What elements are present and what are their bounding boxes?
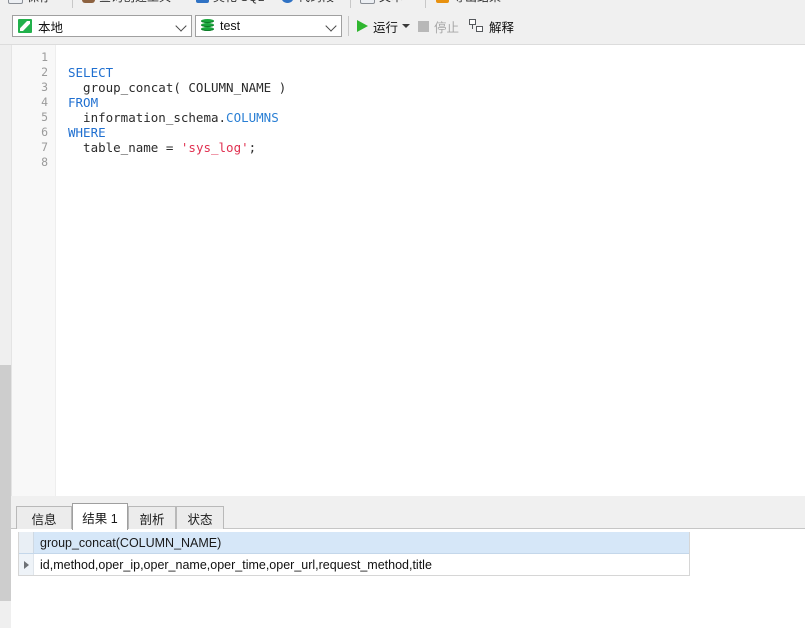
explain-button-label: 解释 <box>489 20 515 35</box>
toolbar-button-query-builder[interactable]: 查询创建工具 <box>82 0 171 5</box>
tab-info-label: 信息 <box>31 512 57 527</box>
tab-result-1[interactable]: 结果 1 <box>72 503 128 530</box>
toolbar-button-text[interactable]: 文本 <box>360 0 403 5</box>
line-number: 5 <box>41 110 48 124</box>
toolbar-button-beautify-sql[interactable]: 美化 SQL <box>196 0 264 5</box>
sql-token-tbl: COLUMNS <box>226 110 279 125</box>
sql-token-str: 'sys_log' <box>180 140 249 155</box>
line-number: 1 <box>41 50 48 64</box>
line-number: 3 <box>41 80 48 94</box>
sql-code-line: group_concat( COLUMN_NAME ) <box>68 80 286 95</box>
beautify-sql-icon <box>196 0 209 3</box>
run-button[interactable]: 运行 <box>354 15 401 37</box>
toolbar-divider <box>425 0 426 8</box>
explain-plan-icon <box>469 19 484 33</box>
toolbar-divider <box>348 16 349 36</box>
sql-code-line: FROM <box>68 95 286 110</box>
current-row-arrow-icon <box>19 554 34 575</box>
column-header-group-concat[interactable]: group_concat(COLUMN_NAME) <box>34 536 221 550</box>
toolbar-divider <box>72 0 73 8</box>
explain-button[interactable]: 解释 <box>466 15 517 37</box>
code-snippet-icon <box>281 0 294 3</box>
toolbar-button-code-snippet[interactable]: 代码段 <box>281 0 334 5</box>
line-number: 6 <box>41 125 48 139</box>
sql-code-line: SELECT <box>68 65 286 80</box>
toolbar-button-export-result-label: 导出结果 <box>453 0 501 5</box>
left-scrollbar-thumb[interactable] <box>0 365 11 601</box>
tab-status-label: 状态 <box>187 512 213 527</box>
toolbar-button-query-builder-label: 查询创建工具 <box>99 0 171 5</box>
sql-token-kw: WHERE <box>68 125 106 140</box>
connection-icon <box>18 19 32 33</box>
line-number: 4 <box>41 95 48 109</box>
result-grid-header: group_concat(COLUMN_NAME) <box>19 532 689 554</box>
sql-token-ident: information_schema. <box>68 110 227 125</box>
toolbar-button-export-result[interactable]: 导出结果 <box>436 0 501 5</box>
upper-toolbar-strip: 保存 查询创建工具 美化 SQL 代码段 文本 导出结果 <box>0 0 805 9</box>
line-number: 7 <box>41 140 48 154</box>
results-panel: 信息 结果 1 剖析 状态 group_concat(COLUMN_NAME) … <box>11 503 805 628</box>
toolbar-button-code-snippet-label: 代码段 <box>298 0 334 5</box>
sql-token-kw: FROM <box>68 95 99 110</box>
stop-button[interactable]: 停止 <box>415 15 462 37</box>
text-icon <box>360 0 375 4</box>
toolbar-divider <box>350 0 351 8</box>
stop-button-label: 停止 <box>434 20 460 35</box>
sql-code-line <box>68 50 286 65</box>
tab-status[interactable]: 状态 <box>176 506 224 529</box>
sql-token-kw: SELECT <box>68 65 114 80</box>
toolbar-button-save[interactable]: 保存 <box>8 0 51 5</box>
results-tabstrip: 信息 结果 1 剖析 状态 <box>11 503 805 530</box>
table-row[interactable]: id,method,oper_ip,oper_name,oper_time,op… <box>19 554 689 575</box>
toolbar-button-text-label: 文本 <box>379 0 403 5</box>
run-options-button[interactable] <box>400 15 412 37</box>
caret-down-icon <box>402 24 410 28</box>
database-selector-value: test <box>220 19 241 33</box>
tab-result-1-label: 结果 1 <box>82 511 118 526</box>
save-icon <box>8 0 23 4</box>
tab-info[interactable]: 信息 <box>16 506 72 529</box>
sql-token-ident: table_name = <box>68 140 181 155</box>
pane-splitter[interactable] <box>11 496 805 503</box>
sql-code-line <box>68 155 286 170</box>
database-icon <box>201 19 214 33</box>
sql-token-ident: ; <box>248 140 257 155</box>
sql-editor-window: 保存 查询创建工具 美化 SQL 代码段 文本 导出结果 本地 <box>0 0 805 628</box>
sql-code-text[interactable]: SELECT group_concat( COLUMN_NAME ) FROM i… <box>68 50 286 170</box>
connection-selector-value: 本地 <box>38 20 64 35</box>
play-triangle-icon <box>357 20 368 32</box>
database-selector[interactable]: test <box>195 15 342 37</box>
grid-corner-cell <box>19 532 34 553</box>
line-number: 8 <box>41 155 48 169</box>
tab-profile[interactable]: 剖析 <box>128 506 176 529</box>
line-number: 2 <box>41 65 48 79</box>
export-result-icon <box>436 0 449 3</box>
query-builder-icon <box>82 0 95 3</box>
result-grid[interactable]: group_concat(COLUMN_NAME) id,method,oper… <box>18 532 690 576</box>
sql-code-line: WHERE <box>68 125 286 140</box>
connection-selector[interactable]: 本地 <box>12 15 192 37</box>
query-toolbar: 本地 test 运行 停止 解释 <box>0 9 805 45</box>
sql-code-line: table_name = 'sys_log'; <box>68 140 286 155</box>
toolbar-button-save-label: 保存 <box>27 0 51 5</box>
toolbar-button-beautify-sql-label: 美化 SQL <box>213 0 264 5</box>
sql-editor[interactable]: 1 2 3 4 5 6 7 8 SELECT group_concat( COL… <box>11 45 805 496</box>
tab-profile-label: 剖析 <box>139 512 165 527</box>
run-button-label: 运行 <box>373 20 399 35</box>
cell-group-concat-value[interactable]: id,method,oper_ip,oper_name,oper_time,op… <box>34 558 432 572</box>
sql-code-line: information_schema.COLUMNS <box>68 110 286 125</box>
left-scrollbar[interactable] <box>0 45 11 628</box>
sql-token-ident: group_concat( COLUMN_NAME ) <box>68 80 287 95</box>
stop-square-icon <box>418 20 429 32</box>
chevron-down-icon[interactable] <box>175 16 189 36</box>
line-number-gutter: 1 2 3 4 5 6 7 8 <box>12 45 56 496</box>
chevron-down-icon[interactable] <box>325 16 339 36</box>
